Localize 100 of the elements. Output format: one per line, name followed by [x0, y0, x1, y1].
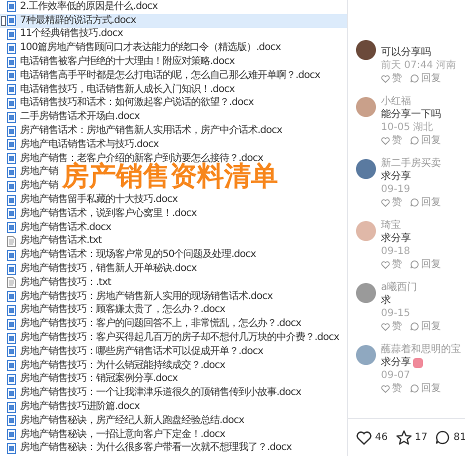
- document-icon: [7, 429, 16, 440]
- file-row[interactable]: 房地产销售技巧进阶篇.docx: [0, 400, 140, 414]
- file-row[interactable]: 房地产销: [0, 166, 58, 180]
- document-icon: [7, 70, 16, 82]
- text-file-icon: [7, 236, 16, 247]
- like-count-button[interactable]: 46: [356, 430, 388, 445]
- document-icon: [7, 402, 16, 412]
- file-row[interactable]: 房地产销售秘诀，一招让意向客户下定金！.docx: [0, 428, 226, 442]
- file-row[interactable]: 房地产销售秘诀，房产经纪人新人跑盘经验总结.docx: [0, 414, 244, 428]
- file-row[interactable]: 11个经典销售技巧.docx: [0, 28, 123, 42]
- comment-text: 求分享: [381, 232, 411, 245]
- comment-meta: 前天 07:44 河南: [381, 59, 456, 72]
- heart-icon: [356, 430, 372, 444]
- file-row[interactable]: 房产销售话术：房地产销售新人实用话术，房产中介话术.docx: [0, 124, 282, 138]
- star-icon: [396, 430, 412, 445]
- overlay-title: 房产销售资料清单: [62, 161, 278, 194]
- file-row[interactable]: 房地产销售话术：现场客户常见的50个问题及处理.docx: [0, 248, 256, 262]
- document-icon: [7, 180, 16, 192]
- document-icon: [7, 126, 16, 137]
- document-icon: [7, 112, 16, 123]
- file-row[interactable]: 房地产销售话术.txt: [0, 234, 102, 248]
- comment-text: 求: [381, 294, 391, 307]
- document-icon: [7, 98, 16, 109]
- checkbox[interactable]: [1, 16, 6, 26]
- document-icon: [7, 304, 16, 316]
- speech-bubble-icon: [410, 136, 419, 145]
- text-file-icon: [7, 277, 16, 288]
- comment-meta: 10-05 湖北: [381, 121, 434, 134]
- file-row[interactable]: 房地产销: [0, 179, 58, 194]
- document-icon: [7, 166, 16, 178]
- file-row[interactable]: 房地产销售技巧：客户的问题回答不上，非常慌乱，怎么办？.docx: [0, 317, 302, 332]
- comment-text: 能分享一下吗: [381, 108, 441, 121]
- file-row[interactable]: 房地产销售技巧：销冠案例分享.docx: [0, 372, 178, 386]
- file-row[interactable]: 房地产销售留手私藏的十大技巧.docx: [0, 193, 178, 207]
- file-row[interactable]: 房地产销售技巧：客户买得起几百万的房子却不想付几万块的中介费？.docx: [0, 331, 340, 345]
- speech-bubble-icon: [410, 198, 419, 207]
- speech-bubble-icon: [410, 322, 419, 331]
- file-row[interactable]: 房地产销售话术，说到客户心窝里！.docx: [0, 206, 197, 221]
- document-icon: [7, 250, 16, 261]
- document-icon: [7, 415, 16, 426]
- document-icon: [7, 28, 16, 40]
- heart-icon: [381, 384, 390, 392]
- file-row[interactable]: 电话销售被客户拒绝的十大理由！附应对策略.docx: [0, 55, 235, 69]
- comment-text: 可以分享吗: [381, 46, 431, 59]
- document-icon: [7, 388, 16, 399]
- file-row[interactable]: 7种最精辟的说话方式.docx: [0, 14, 347, 28]
- file-row[interactable]: 房地产销售技巧：为什么销冠能持续成交？.docx: [0, 358, 226, 373]
- comment-meta: 09-07: [381, 369, 412, 382]
- comment-text: 求分享: [381, 170, 411, 183]
- heart-icon: [381, 260, 390, 268]
- speech-bubble-icon: [410, 74, 419, 83]
- file-row[interactable]: 房地产销售技巧：.txt: [0, 276, 111, 290]
- file-row[interactable]: 房地产销售技巧：一个让我津津乐道很久的顶销售传到小故事.docx: [0, 386, 302, 400]
- comment-author: 新二手房买卖: [381, 157, 441, 170]
- file-row[interactable]: 房地产销售技巧：房地产销售新人实用的现场销售话术.docx: [0, 290, 273, 304]
- file-row[interactable]: 100篇房地产销售顾问口才表达能力的绕口令（精选版）.docx: [0, 41, 281, 56]
- speech-bubble-icon: [410, 384, 419, 393]
- document-icon: [7, 194, 16, 206]
- document-icon: [7, 318, 16, 330]
- avatar[interactable]: [356, 159, 376, 179]
- file-row[interactable]: 房地产电话销售话术与技巧.docx: [0, 138, 159, 152]
- star-count-button[interactable]: 17: [396, 430, 428, 445]
- document-icon: [7, 291, 16, 302]
- comment-author: 琦宝: [381, 219, 402, 232]
- document-icon: [7, 222, 16, 234]
- file-row[interactable]: 电话销售高手平时都是怎么打电话的呢，怎么自己那么难开单啊？.docx: [0, 68, 320, 83]
- document-icon: [7, 1, 16, 12]
- file-row[interactable]: 房地产销售话术.docx: [0, 220, 112, 235]
- file-row[interactable]: 房地产销售秘诀：为什么很多客户带看一次就不想理我了？.docx: [0, 442, 292, 456]
- comment-text: 求分享: [381, 356, 411, 369]
- file-row[interactable]: 电话销售技巧，电话销售新人成长入门知识！.docx: [0, 82, 235, 97]
- file-row[interactable]: 房地产销售技巧：顾客嫌太贵了，怎么办？.docx: [0, 304, 226, 318]
- document-icon: [7, 15, 16, 26]
- comment-meta: 09-18: [381, 245, 412, 258]
- file-row[interactable]: 2.工作效率低的原因是什么.docx: [0, 0, 158, 14]
- document-icon: [7, 208, 16, 220]
- document-icon: [7, 264, 16, 275]
- document-icon: [7, 332, 16, 344]
- document-icon: [7, 139, 16, 150]
- document-icon: [7, 42, 16, 54]
- comment-author: 小红福: [381, 95, 412, 108]
- document-icon: [7, 56, 16, 68]
- comment-author: 蘸蒜着和思明的宝: [381, 343, 461, 356]
- file-row[interactable]: 房地产销售技巧：哪些房产销售话术可以促成开单？.docx: [0, 344, 264, 359]
- comment-meta: 09-19: [381, 183, 412, 196]
- document-icon: [7, 153, 16, 164]
- heart-icon: [381, 322, 390, 330]
- comment-count-button[interactable]: 81: [435, 430, 465, 445]
- speech-bubble-icon: [410, 260, 419, 269]
- avatar[interactable]: [356, 40, 376, 60]
- document-icon: [7, 374, 16, 385]
- file-row[interactable]: 房地产销售技巧，销售新人开单秘诀.docx: [0, 262, 197, 276]
- document-icon: [7, 84, 16, 96]
- heart-icon: [381, 198, 390, 206]
- file-row[interactable]: 二手房销售话术开场白.docx: [0, 110, 140, 124]
- heart-icon: [381, 136, 390, 144]
- file-row[interactable]: 电话销售技巧和话术：如何激起客户说话的欲望？.docx: [0, 96, 254, 110]
- comment-author: a曦西门: [381, 281, 418, 294]
- heart-icon: [381, 74, 390, 82]
- document-icon: [7, 442, 16, 454]
